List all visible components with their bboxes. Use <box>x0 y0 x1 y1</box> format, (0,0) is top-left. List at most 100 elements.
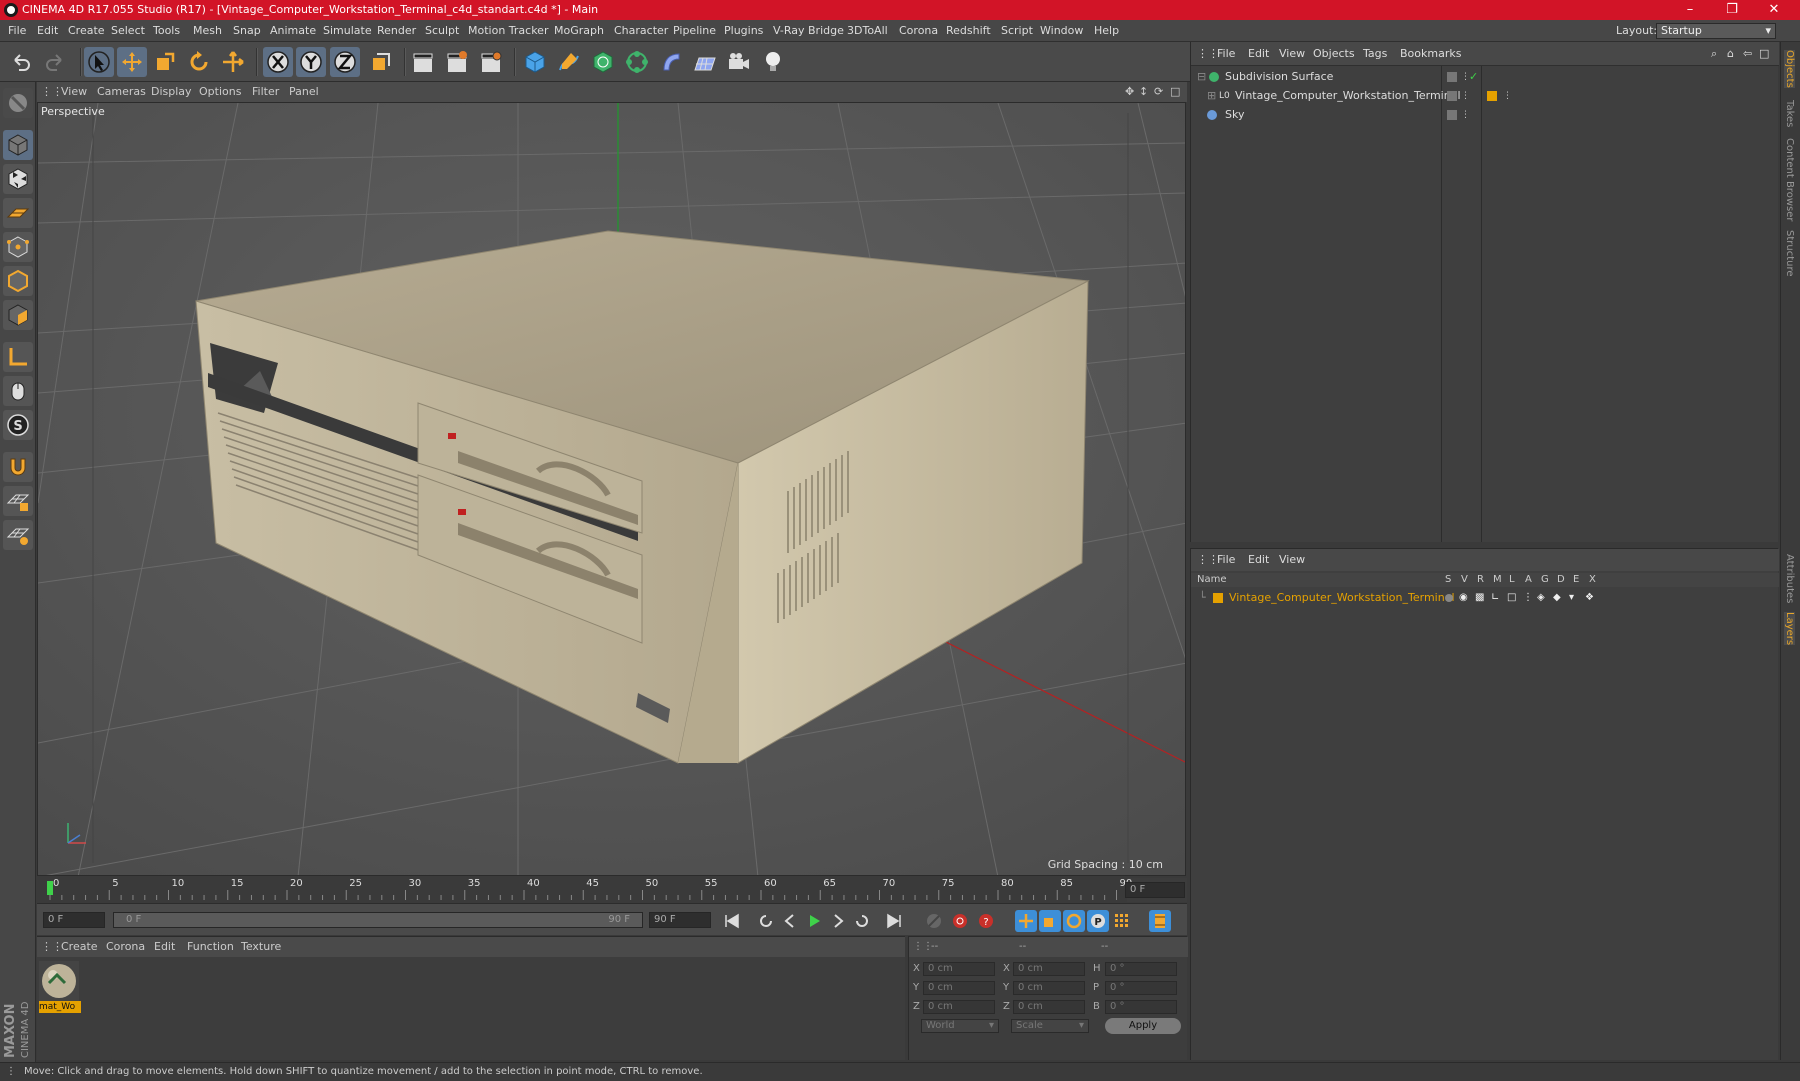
layer-animation-icon[interactable]: ⋮ <box>1523 589 1533 607</box>
coord-mode-dropdown[interactable]: World ▾ <box>921 1019 999 1033</box>
viewport-menu-cameras[interactable]: Cameras <box>97 82 146 102</box>
objects-menu-view[interactable]: View <box>1279 42 1305 66</box>
x-axis-lock-button[interactable] <box>263 47 293 77</box>
add-generator-button[interactable] <box>588 47 618 77</box>
planar-workplane-button[interactable] <box>3 520 33 550</box>
tree-collapse-icon[interactable]: ⊟ <box>1197 68 1206 86</box>
size-z-field[interactable]: 0 cm <box>1013 1000 1085 1014</box>
next-frame-button[interactable] <box>827 910 849 932</box>
column-solo[interactable]: S <box>1445 573 1451 587</box>
menu-window[interactable]: Window <box>1040 20 1083 42</box>
tag-dots-icon[interactable]: ⋮ <box>1503 87 1512 105</box>
layer-lock-icon[interactable]: □ <box>1507 589 1516 607</box>
size-mode-dropdown[interactable]: Scale ▾ <box>1011 1019 1089 1033</box>
live-selection-button[interactable] <box>84 47 114 77</box>
record-disabled-button[interactable] <box>923 910 945 932</box>
material-menu-edit[interactable]: Edit <box>154 937 175 957</box>
undo-button[interactable] <box>6 47 36 77</box>
previous-frame-button[interactable] <box>779 910 801 932</box>
objects-menu-tags[interactable]: Tags <box>1363 42 1387 66</box>
search-icon[interactable]: ⌕ <box>1711 42 1717 66</box>
model-mode-button[interactable] <box>3 130 33 160</box>
layer-solo-icon[interactable] <box>1445 594 1453 602</box>
perspective-viewport[interactable]: Perspective Grid Spacing : 10 cm <box>37 102 1186 876</box>
frame-range-slider[interactable]: 0 F 90 F <box>113 912 643 928</box>
add-deformer-button[interactable] <box>656 47 686 77</box>
menu-pipeline[interactable]: Pipeline <box>673 20 716 42</box>
enabled-check-icon[interactable]: ✓ <box>1469 68 1478 86</box>
layers-menu-edit[interactable]: Edit <box>1248 549 1269 571</box>
points-mode-button[interactable] <box>3 232 33 262</box>
material-thumbnail[interactable] <box>39 961 79 1001</box>
objects-menu-objects[interactable]: Objects <box>1313 42 1355 66</box>
material-menu-create[interactable]: Create <box>61 937 98 957</box>
layer-manager-icon[interactable]: ∟ <box>1491 589 1499 607</box>
tree-expand-icon[interactable]: ⊞ <box>1207 87 1216 105</box>
go-to-end-button[interactable] <box>883 910 905 932</box>
key-rotation-button[interactable] <box>1063 910 1085 932</box>
object-name[interactable]: Subdivision Surface <box>1225 68 1333 86</box>
redo-button[interactable] <box>40 47 70 77</box>
texture-mode-button[interactable] <box>3 164 33 194</box>
position-z-field[interactable]: 0 cm <box>923 1000 995 1014</box>
panel-maximize-icon[interactable]: □ <box>1759 42 1769 66</box>
position-x-field[interactable]: 0 cm <box>923 962 995 976</box>
column-locked[interactable]: L <box>1509 573 1515 587</box>
menu-script[interactable]: Script <box>1001 20 1033 42</box>
column-generators[interactable]: G <box>1541 573 1549 587</box>
previous-keyframe-button[interactable] <box>755 910 777 932</box>
add-cube-button[interactable] <box>520 47 550 77</box>
layer-render-icon[interactable]: ▩ <box>1475 589 1484 607</box>
object-row-computer[interactable]: ⊞ L0 Vintage_Computer_Workstation_Termin… <box>1191 87 1779 105</box>
menu-plugins[interactable]: Plugins <box>724 20 763 42</box>
key-scale-button[interactable] <box>1039 910 1061 932</box>
y-axis-lock-button[interactable] <box>296 47 326 77</box>
menu-create[interactable]: Create <box>68 20 105 42</box>
menu-render[interactable]: Render <box>377 20 416 42</box>
coordinate-system-button[interactable] <box>366 47 396 77</box>
snap-button[interactable]: S <box>3 410 33 440</box>
tweak-mode-button[interactable] <box>3 376 33 406</box>
objects-menu-file[interactable]: File <box>1217 42 1235 66</box>
viewport-menu-display[interactable]: Display <box>151 82 192 102</box>
next-keyframe-button[interactable] <box>851 910 873 932</box>
layer-generators-icon[interactable]: ◈ <box>1537 589 1545 607</box>
tab-layers[interactable]: Layers <box>1784 612 1795 646</box>
menu-help[interactable]: Help <box>1094 20 1119 42</box>
size-x-field[interactable]: 0 cm <box>1013 962 1085 976</box>
layers-menu-file[interactable]: File <box>1217 549 1235 571</box>
add-spline-button[interactable] <box>554 47 584 77</box>
transform-tool-button[interactable] <box>218 47 248 77</box>
layer-color-swatch[interactable] <box>1213 593 1223 603</box>
tab-content-browser[interactable]: Content Browser <box>1784 138 1795 221</box>
material-menu-corona[interactable]: Corona <box>106 937 145 957</box>
layer-visible-eye-icon[interactable]: ◉ <box>1459 589 1468 607</box>
editor-visibility-icon[interactable] <box>1447 91 1457 101</box>
menu-mesh[interactable]: Mesh <box>193 20 222 42</box>
column-expressions[interactable]: E <box>1573 573 1579 587</box>
layer-xref-icon[interactable]: ❖ <box>1585 589 1594 607</box>
axis-mode-button[interactable] <box>3 342 33 372</box>
current-frame-field[interactable]: 0 F <box>1125 882 1185 898</box>
menu-mograph[interactable]: MoGraph <box>554 20 604 42</box>
column-visible[interactable]: V <box>1461 573 1468 587</box>
locked-workplane-button[interactable] <box>3 486 33 516</box>
layers-menu-view[interactable]: View <box>1279 549 1305 571</box>
menu-vray-bridge[interactable]: V-Ray Bridge <box>773 20 844 42</box>
add-scene-button[interactable] <box>690 47 720 77</box>
make-editable-button[interactable] <box>3 88 33 118</box>
material-name-label[interactable]: mat_Wo <box>39 1001 81 1013</box>
rotation-h-field[interactable]: 0 ° <box>1105 962 1177 976</box>
play-button[interactable] <box>803 910 825 932</box>
menu-edit[interactable]: Edit <box>37 20 58 42</box>
object-row-sky[interactable]: Sky ⋮ <box>1191 106 1779 124</box>
menu-redshift[interactable]: Redshift <box>946 20 991 42</box>
column-name[interactable]: Name <box>1197 573 1227 587</box>
magnet-tool-button[interactable] <box>3 452 33 482</box>
rotation-b-field[interactable]: 0 ° <box>1105 1000 1177 1014</box>
z-axis-lock-button[interactable] <box>330 47 360 77</box>
menu-snap[interactable]: Snap <box>233 20 261 42</box>
menu-character[interactable]: Character <box>614 20 668 42</box>
tab-attributes[interactable]: Attributes <box>1784 554 1795 603</box>
layer-row[interactable]: └ Vintage_Computer_Workstation_Terminal … <box>1191 589 1779 607</box>
